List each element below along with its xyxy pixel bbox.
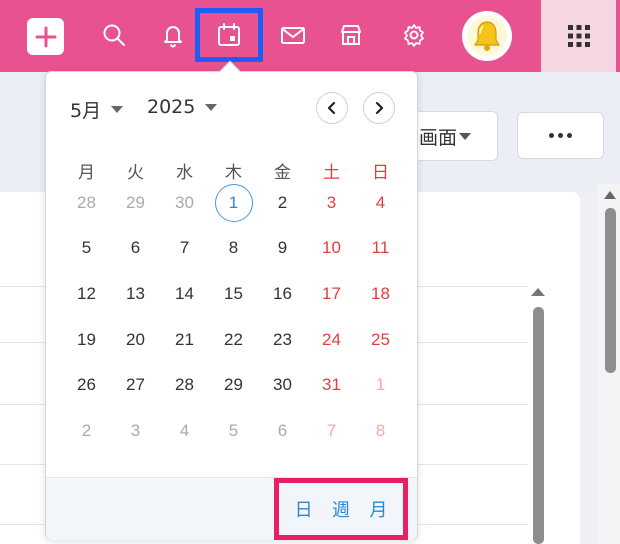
day-cell[interactable]: 27 xyxy=(111,365,160,405)
day-cell[interactable]: 29 xyxy=(111,183,160,223)
top-navigation-bar xyxy=(0,0,620,72)
day-cell[interactable]: 16 xyxy=(258,274,307,314)
month-select[interactable]: 5月 xyxy=(70,96,124,123)
day-cell[interactable]: 20 xyxy=(111,320,160,360)
datepicker-popup: 5月 2025 月 火 水 木 金 土 日 28 29 30 1 2 3 4 5… xyxy=(45,71,418,540)
view-select-label: 画面 xyxy=(419,126,458,149)
day-cell[interactable]: 2 xyxy=(258,183,307,223)
add-button[interactable] xyxy=(27,18,64,55)
datepicker-footer: 日 週 月 xyxy=(46,477,417,540)
page-scrollbar-thumb[interactable] xyxy=(605,208,616,373)
mail-icon xyxy=(281,27,305,44)
chevron-right-icon xyxy=(375,101,384,115)
dot xyxy=(558,133,563,138)
day-cell[interactable]: 18 xyxy=(356,274,405,314)
week-view-button[interactable]: 週 xyxy=(332,496,350,522)
search-button[interactable] xyxy=(89,10,139,60)
day-cell[interactable]: 30 xyxy=(258,365,307,405)
gear-icon xyxy=(404,24,424,47)
month-view-button[interactable]: 月 xyxy=(369,496,387,522)
month-label: 5月 xyxy=(70,100,102,122)
week-row: 2 3 4 5 6 7 8 xyxy=(62,408,405,454)
day-cell[interactable]: 28 xyxy=(62,183,111,223)
day-cell[interactable]: 9 xyxy=(258,228,307,268)
day-cell[interactable]: 23 xyxy=(258,320,307,360)
chevron-down-icon xyxy=(205,103,218,111)
datepicker-header: 5月 2025 xyxy=(46,72,417,150)
chevron-down-icon xyxy=(111,106,124,113)
day-cell[interactable]: 3 xyxy=(307,183,356,223)
day-cell[interactable]: 1 xyxy=(356,365,405,405)
day-cell[interactable]: 28 xyxy=(160,365,209,405)
day-cell[interactable]: 4 xyxy=(160,411,209,451)
prev-month-button[interactable] xyxy=(316,92,348,124)
calendar-button-highlight xyxy=(195,8,263,62)
day-cell[interactable]: 25 xyxy=(356,320,405,360)
day-cell[interactable]: 6 xyxy=(258,411,307,451)
day-cell[interactable]: 11 xyxy=(356,228,405,268)
today-marker: 1 xyxy=(214,183,253,222)
scroll-up-arrow-icon[interactable] xyxy=(531,288,545,296)
scroll-up-arrow-icon[interactable] xyxy=(604,191,616,199)
day-cell[interactable]: 17 xyxy=(307,274,356,314)
day-cell[interactable]: 13 xyxy=(111,274,160,314)
year-label: 2025 xyxy=(147,96,196,118)
store-icon xyxy=(341,25,361,45)
week-row: 28 29 30 1 2 3 4 xyxy=(62,180,405,226)
day-cell[interactable]: 19 xyxy=(62,320,111,360)
day-cell[interactable]: 12 xyxy=(62,274,111,314)
notifications-button[interactable] xyxy=(148,10,198,60)
day-cell[interactable]: 31 xyxy=(307,365,356,405)
week-row: 5 6 7 8 9 10 11 xyxy=(62,226,405,272)
chevron-left-icon xyxy=(327,101,336,115)
scrollbar-thumb[interactable] xyxy=(533,307,544,544)
day-cell[interactable]: 22 xyxy=(209,320,258,360)
day-cell[interactable]: 10 xyxy=(307,228,356,268)
view-mode-switch: 日 週 月 xyxy=(274,478,408,540)
more-options-button[interactable] xyxy=(517,112,604,159)
day-cell[interactable]: 15 xyxy=(209,274,258,314)
grid-icon xyxy=(567,25,590,47)
day-cell[interactable]: 29 xyxy=(209,365,258,405)
day-cell[interactable]: 2 xyxy=(62,411,111,451)
bell-icon xyxy=(164,26,182,48)
plus-icon xyxy=(35,26,56,47)
day-cell[interactable]: 6 xyxy=(111,228,160,268)
day-cell[interactable]: 26 xyxy=(62,365,111,405)
day-cell[interactable]: 5 xyxy=(209,411,258,451)
store-button[interactable] xyxy=(326,10,376,60)
week-row: 26 27 28 29 30 31 1 xyxy=(62,362,405,408)
search-icon xyxy=(103,24,125,46)
day-cell[interactable]: 21 xyxy=(160,320,209,360)
week-row: 12 13 14 15 16 17 18 xyxy=(62,271,405,317)
year-select[interactable]: 2025 xyxy=(147,96,218,118)
chevron-down-icon xyxy=(459,133,471,140)
calendar-grid: 月 火 水 木 金 土 日 28 29 30 1 2 3 4 5 6 7 8 9… xyxy=(62,150,405,454)
next-month-button[interactable] xyxy=(363,92,395,124)
weekday-header: 月 火 水 木 金 土 日 xyxy=(62,150,405,183)
mail-button[interactable] xyxy=(268,10,318,60)
dot xyxy=(549,133,554,138)
day-cell[interactable]: 4 xyxy=(356,183,405,223)
dot xyxy=(567,133,572,138)
day-cell[interactable]: 5 xyxy=(62,228,111,268)
day-cell[interactable]: 7 xyxy=(160,228,209,268)
day-cell[interactable]: 14 xyxy=(160,274,209,314)
day-cell[interactable]: 8 xyxy=(356,411,405,451)
day-cell[interactable]: 3 xyxy=(111,411,160,451)
day-cell[interactable]: 24 xyxy=(307,320,356,360)
bell-avatar-icon xyxy=(467,16,507,56)
day-cell[interactable]: 8 xyxy=(209,228,258,268)
user-avatar[interactable] xyxy=(462,11,512,61)
apps-menu-button[interactable] xyxy=(541,0,616,72)
day-cell[interactable]: 7 xyxy=(307,411,356,451)
week-row: 19 20 21 22 23 24 25 xyxy=(62,317,405,363)
day-cell[interactable]: 30 xyxy=(160,183,209,223)
day-view-button[interactable]: 日 xyxy=(295,496,313,522)
settings-button[interactable] xyxy=(389,10,439,60)
day-cell-today[interactable]: 1 xyxy=(209,183,258,223)
